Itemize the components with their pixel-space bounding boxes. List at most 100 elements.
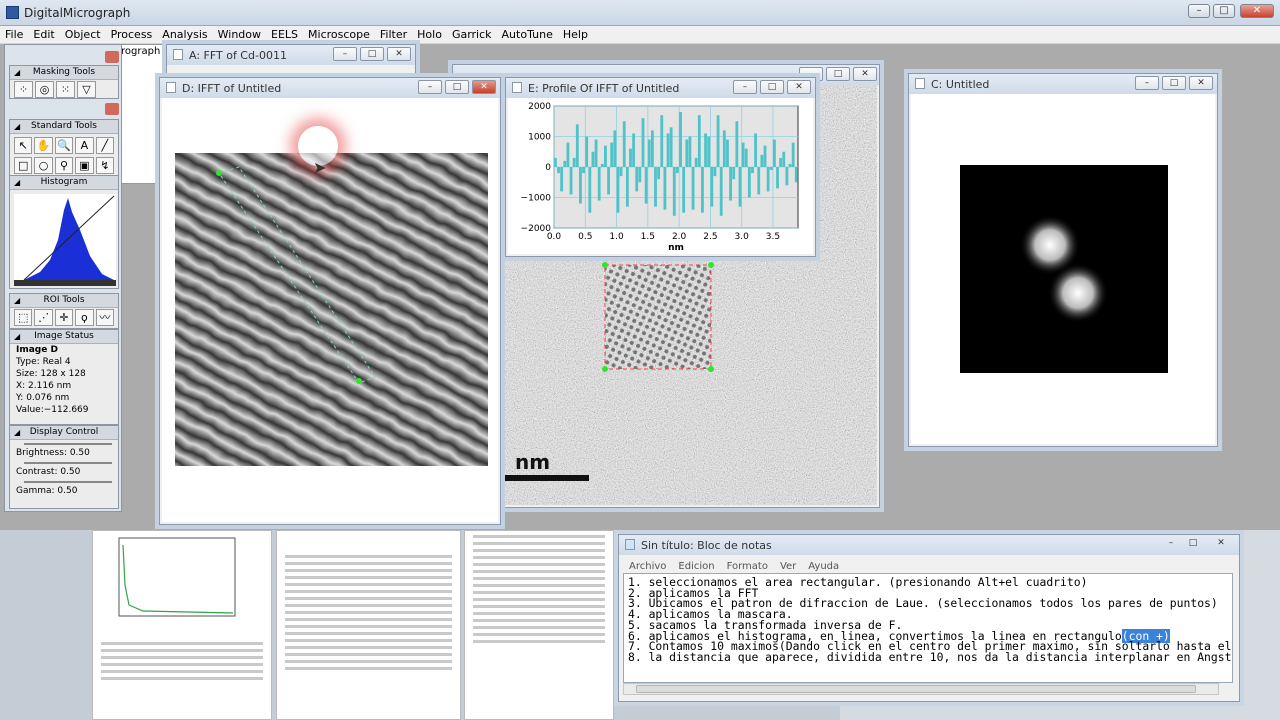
- arrow-icon[interactable]: ↯: [95, 157, 115, 174]
- window-c-untitled[interactable]: C: Untitled – □ ✕: [908, 73, 1218, 447]
- minimize-button[interactable]: –: [418, 80, 442, 94]
- minimize-button[interactable]: –: [1135, 76, 1159, 90]
- profile-bar: [619, 167, 623, 177]
- window-icon: [173, 49, 183, 60]
- brightness-label: Brightness: 0.50: [16, 448, 90, 458]
- profile-bar: [594, 139, 598, 167]
- close-icon[interactable]: [105, 51, 119, 63]
- profile-bar: [735, 121, 739, 167]
- mask-array-icon[interactable]: ⁙: [56, 81, 75, 98]
- menu-item-process[interactable]: Process: [106, 26, 158, 41]
- close-button[interactable]: ✕: [1209, 537, 1233, 551]
- maximize-button[interactable]: □: [360, 47, 384, 61]
- profile-bar: [744, 148, 748, 167]
- brightness-slider[interactable]: [24, 443, 112, 445]
- close-button[interactable]: ✕: [787, 80, 811, 94]
- window-profile[interactable]: E: Profile Of IFFT of Untitled – □ ✕ 0.0…: [505, 77, 816, 257]
- maximize-button[interactable]: □: [1162, 76, 1186, 90]
- profile-bar: [582, 167, 585, 174]
- close-button[interactable]: ✕: [472, 80, 496, 94]
- hand-icon[interactable]: ✋: [34, 137, 53, 154]
- profile-bar: [716, 115, 720, 167]
- line-icon[interactable]: ╱: [95, 137, 115, 154]
- doc-page-3: [464, 530, 614, 720]
- window-ifft[interactable]: D: IFFT of Untitled – □ ✕ ➤: [159, 77, 501, 525]
- profile-bar: [719, 167, 723, 216]
- close-button[interactable]: ✕: [1240, 4, 1274, 18]
- mask-image[interactable]: [960, 165, 1168, 373]
- rectangle-icon[interactable]: □: [14, 157, 33, 174]
- menu-item-eels[interactable]: EELS: [266, 26, 303, 41]
- notepad-menu-ayuda[interactable]: Ayuda: [802, 561, 845, 572]
- window-notepad[interactable]: Sin título: Bloc de notas – □ ✕ Archivo E…: [618, 534, 1240, 702]
- mask-ring-icon[interactable]: ◎: [35, 81, 54, 98]
- roi-lasso-icon[interactable]: ϙ: [75, 309, 94, 326]
- notepad-editor[interactable]: 1. seleccionamos el area rectangular. (p…: [623, 573, 1233, 683]
- menu-item-window[interactable]: Window: [213, 26, 266, 41]
- minimize-button[interactable]: –: [1188, 4, 1210, 18]
- menu-item-garrick[interactable]: Garrick: [447, 26, 497, 41]
- minimize-button[interactable]: –: [1159, 537, 1183, 551]
- maximize-button[interactable]: □: [1181, 537, 1205, 551]
- histogram-chart[interactable]: [10, 190, 118, 288]
- roi-handle: [708, 366, 714, 372]
- menu-item-holo[interactable]: Holo: [412, 26, 447, 41]
- menu-item-help[interactable]: Help: [558, 26, 593, 41]
- cursor-x: X: 2.116 nm: [16, 381, 72, 391]
- roi-curve-icon[interactable]: 〰: [95, 309, 115, 326]
- horizontal-scrollbar[interactable]: [623, 683, 1219, 695]
- pointer-icon[interactable]: ↖: [14, 137, 33, 154]
- zoom-icon[interactable]: 🔍: [54, 137, 74, 154]
- wand-icon[interactable]: ⚲: [54, 157, 74, 174]
- maximize-button[interactable]: □: [1213, 4, 1235, 18]
- notepad-menu-edicion[interactable]: Edicion: [672, 561, 720, 572]
- profile-bar: [610, 142, 614, 167]
- profile-bar: [657, 167, 661, 180]
- ifft-image[interactable]: [175, 153, 488, 466]
- notepad-menu-ver[interactable]: Ver: [774, 561, 802, 572]
- menu-item-filter[interactable]: Filter: [375, 26, 412, 41]
- roi-handle: [216, 170, 222, 176]
- app-title: DigitalMicrograph: [24, 6, 131, 20]
- profile-chart[interactable]: 0.0 0.5 1.0 1.5 2.0 2.5 3.0 3.5200010000−1000−2…: [508, 98, 813, 254]
- image-size: Size: 128 x 128: [16, 369, 86, 379]
- text-icon[interactable]: A: [75, 137, 94, 154]
- menu-item-microscope[interactable]: Microscope: [303, 26, 375, 41]
- mask-wedge-icon[interactable]: ▽: [77, 81, 96, 98]
- contrast-slider[interactable]: [24, 462, 112, 464]
- profile-bar: [710, 167, 714, 207]
- roi-rect-icon[interactable]: ⬚: [14, 309, 33, 326]
- menu-item-edit[interactable]: Edit: [28, 26, 59, 41]
- notepad-menu-formato[interactable]: Formato: [721, 561, 774, 572]
- profile-bar: [747, 167, 751, 198]
- maximize-button[interactable]: □: [760, 80, 784, 94]
- minimize-button[interactable]: –: [333, 47, 357, 61]
- menu-item-autotune[interactable]: AutoTune: [497, 26, 558, 41]
- profile-bar: [757, 167, 761, 195]
- scrollbar-thumb[interactable]: [636, 685, 1196, 693]
- maximize-button[interactable]: □: [445, 80, 469, 94]
- menu-item-file[interactable]: File: [0, 26, 28, 41]
- mouse-cursor-icon: ➤: [313, 158, 327, 177]
- close-button[interactable]: ✕: [853, 67, 877, 81]
- close-button[interactable]: ✕: [1189, 76, 1213, 90]
- notepad-menu-archivo[interactable]: Archivo: [623, 561, 672, 572]
- gamma-slider[interactable]: [24, 481, 112, 483]
- maximize-button[interactable]: □: [826, 67, 850, 81]
- roi-line-icon[interactable]: ⋰: [34, 309, 53, 326]
- close-icon[interactable]: [105, 103, 119, 115]
- roi-point-icon[interactable]: ✛: [54, 309, 74, 326]
- image-icon[interactable]: ▣: [75, 157, 94, 174]
- minimize-button[interactable]: –: [733, 80, 757, 94]
- notepad-line: 8. la distancia que aparece, dividida en…: [628, 649, 1233, 664]
- close-button[interactable]: ✕: [387, 47, 411, 61]
- x-tick-label: 3.5: [766, 232, 780, 242]
- menu-item-analysis[interactable]: Analysis: [157, 26, 212, 41]
- menu-item-object[interactable]: Object: [60, 26, 106, 41]
- mask-point-icon[interactable]: ⁘: [14, 81, 33, 98]
- profile-bar: [629, 148, 632, 167]
- profile-bar: [666, 133, 670, 167]
- profile-bar: [688, 136, 692, 167]
- oval-icon[interactable]: ○: [34, 157, 53, 174]
- roi-handle: [708, 262, 714, 268]
